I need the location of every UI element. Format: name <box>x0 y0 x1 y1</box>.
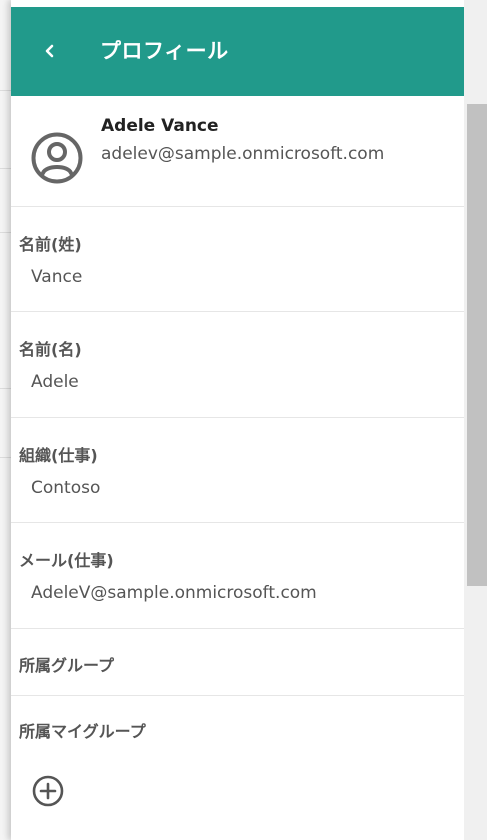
section-title: 所属マイグループ <box>19 722 146 741</box>
panel-header: プロフィール <box>11 7 464 96</box>
field-value: AdeleV@sample.onmicrosoft.com <box>31 583 317 603</box>
field-first-name: 名前(名) Adele <box>11 312 464 418</box>
field-organization: 組織(仕事) Contoso <box>11 418 464 523</box>
field-work-email: メール(仕事) AdeleV@sample.onmicrosoft.com <box>11 523 464 629</box>
field-value: Contoso <box>31 478 101 498</box>
section-title: 所属グループ <box>19 656 115 675</box>
user-email: adelev@sample.onmicrosoft.com <box>101 144 385 164</box>
field-label: 組織(仕事) <box>19 446 98 465</box>
field-value: Adele <box>31 372 79 392</box>
user-summary: Adele Vance adelev@sample.onmicrosoft.co… <box>11 96 464 207</box>
field-label: 名前(名) <box>19 340 82 359</box>
scrollbar-thumb[interactable] <box>467 104 487 586</box>
plus-circle-icon <box>32 775 64 807</box>
profile-panel: プロフィール Adele Vance adelev@sample.onmicro… <box>11 0 464 840</box>
back-button[interactable] <box>33 34 67 68</box>
page-title: プロフィール <box>100 39 229 63</box>
chevron-left-icon <box>45 44 54 58</box>
user-circle-icon <box>31 132 83 184</box>
field-value: Vance <box>31 267 83 287</box>
add-my-group-button[interactable] <box>31 774 65 808</box>
section-my-groups: 所属マイグループ <box>11 696 464 840</box>
field-label: メール(仕事) <box>19 551 114 570</box>
field-last-name: 名前(姓) Vance <box>11 207 464 312</box>
section-groups: 所属グループ <box>11 629 464 696</box>
user-name: Adele Vance <box>101 116 219 136</box>
field-label: 名前(姓) <box>19 235 82 254</box>
